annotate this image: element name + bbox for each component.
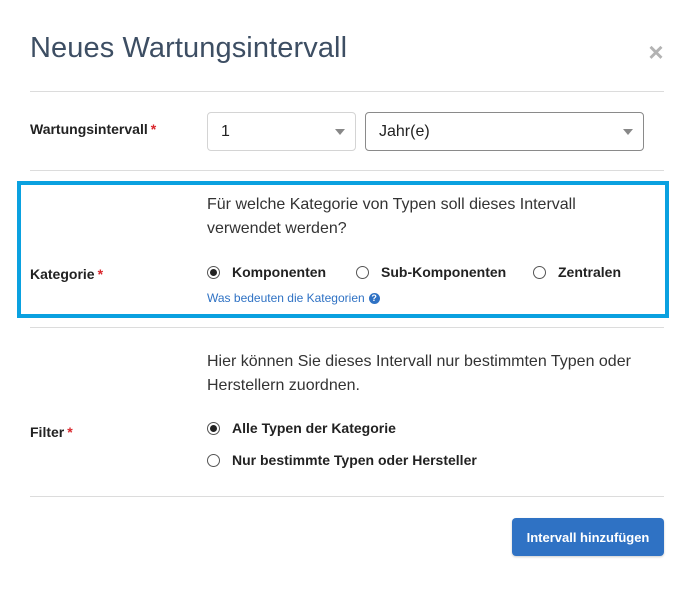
question-circle-icon: ? <box>368 292 380 304</box>
radio-label: Zentralen <box>558 264 622 280</box>
chevron-down-icon <box>623 128 633 135</box>
interval-count-select[interactable]: 1 <box>207 112 356 151</box>
radio-bestimmte-typen[interactable]: Nur bestimmte Typen oder Hersteller <box>207 452 477 468</box>
radio-checked-icon <box>207 265 220 279</box>
radio-sub-komponenten[interactable]: Sub-Komponenten <box>356 264 506 280</box>
radio-label: Sub-Komponenten <box>381 264 507 280</box>
radio-label: Komponenten <box>232 264 327 280</box>
filter-label-text: Filter <box>30 424 65 440</box>
divider <box>30 91 664 92</box>
category-question: Für welche Kategorie von Typen soll dies… <box>207 196 576 237</box>
radio-unchecked-icon <box>356 265 369 279</box>
filter-label: Filter * <box>30 424 73 440</box>
category-label-text: Kategorie <box>30 266 95 282</box>
filter-description: Hier können Sie dieses Intervall nur bes… <box>207 353 631 394</box>
divider <box>30 496 664 497</box>
interval-label: Wartungsintervall * <box>30 121 156 137</box>
close-icon[interactable]: × <box>646 39 666 65</box>
interval-count-value: 1 <box>221 122 230 140</box>
radio-unchecked-icon <box>207 453 220 467</box>
radio-label: Nur bestimmte Typen oder Hersteller <box>232 452 477 468</box>
chevron-down-icon <box>335 128 345 135</box>
interval-unit-select[interactable]: Jahr(e) <box>365 112 644 151</box>
divider <box>30 170 664 171</box>
required-marker: * <box>150 121 157 137</box>
dialog-title: Neues Wartungsintervall <box>30 32 348 64</box>
radio-komponenten[interactable]: Komponenten <box>207 264 326 280</box>
radio-unchecked-icon <box>533 265 546 279</box>
radio-checked-icon <box>207 421 220 435</box>
interval-unit-value: Jahr(e) <box>379 122 430 140</box>
required-marker: * <box>67 424 73 440</box>
radio-alle-typen[interactable]: Alle Typen der Kategorie <box>207 420 396 436</box>
category-help-link[interactable]: Was bedeuten die Kategorien ? <box>207 291 380 305</box>
interval-label-text: Wartungsintervall <box>30 121 148 137</box>
required-marker: * <box>97 266 104 282</box>
radio-label: Alle Typen der Kategorie <box>232 420 396 436</box>
radio-zentralen[interactable]: Zentralen <box>533 264 621 280</box>
divider <box>30 327 664 328</box>
category-label: Kategorie * <box>30 266 103 282</box>
help-link-text: Was bedeuten die Kategorien <box>207 291 365 305</box>
add-interval-button[interactable]: Intervall hinzufügen <box>512 518 664 556</box>
